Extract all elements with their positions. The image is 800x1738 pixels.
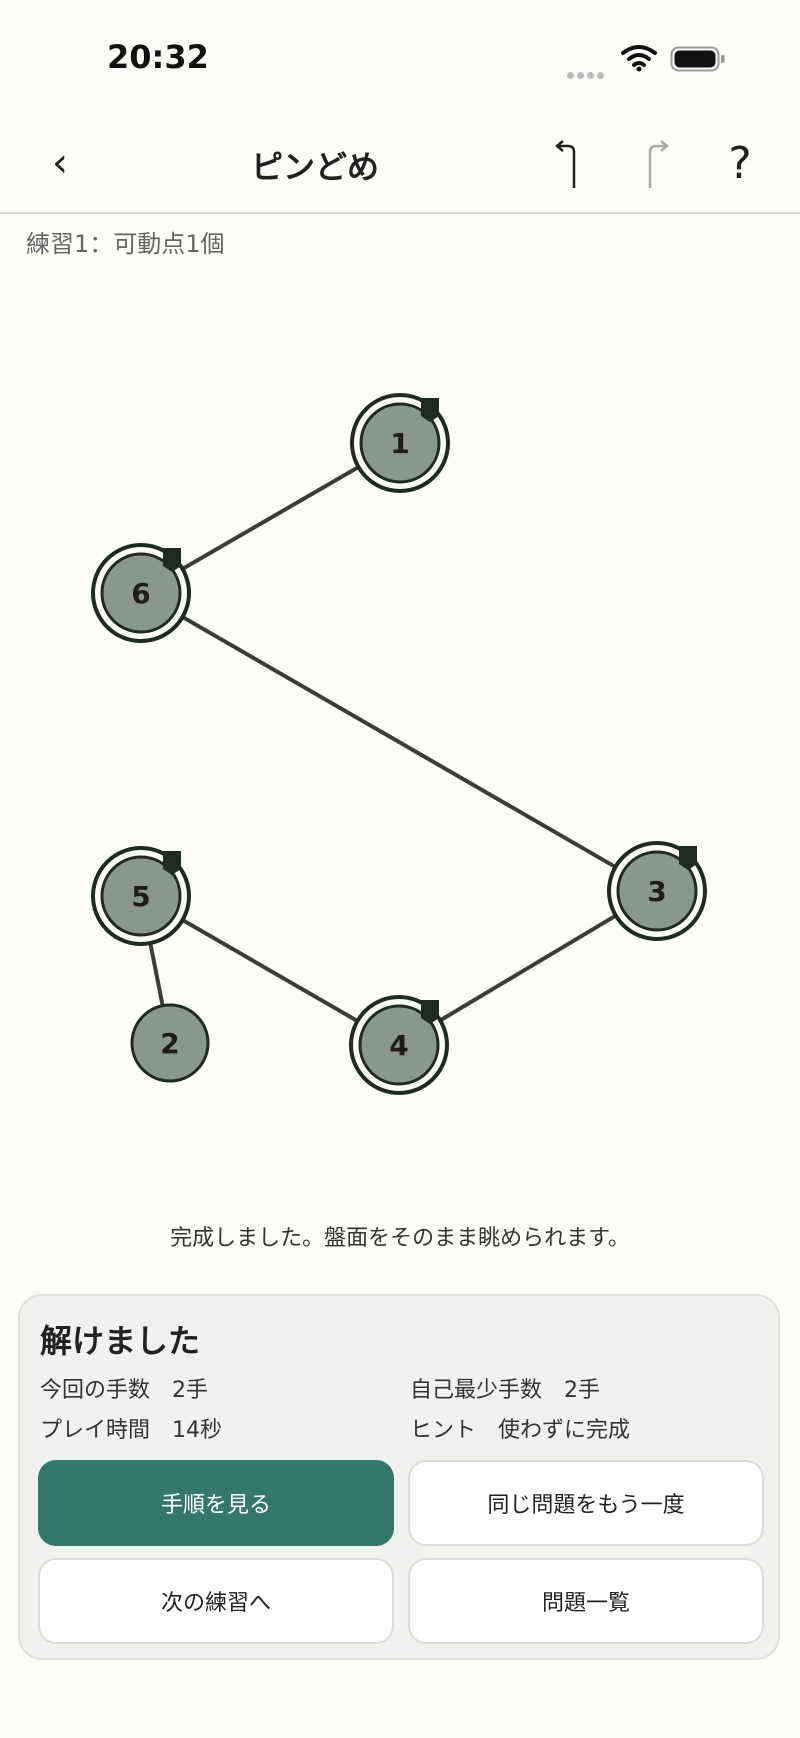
undo-button[interactable] (550, 138, 586, 194)
page-title: ピンどめ (250, 148, 379, 186)
undo-icon (555, 140, 576, 188)
node-3[interactable]: 3 (607, 841, 707, 941)
status-bar: 20:32 (0, 0, 800, 110)
node-2[interactable]: 2 (130, 1003, 210, 1083)
result-card: 解けました 今回の手数 2手 自己最少手数 2手 プレイ時間 14秒 ヒント 使… (18, 1294, 780, 1660)
status-message: 完成しました。盤面をそのまま眺められます。 (170, 1226, 630, 1251)
node-4[interactable]: 4 (349, 995, 449, 1095)
redo-icon (648, 140, 669, 188)
result-title: 解けました (40, 1322, 201, 1360)
play-time-stat: プレイ時間 14秒 (40, 1418, 222, 1443)
help-button[interactable]: ? (720, 136, 760, 192)
problem-list-button[interactable]: 問題一覧 (408, 1558, 764, 1644)
node-label: 3 (647, 875, 666, 908)
node-label: 1 (390, 427, 409, 460)
puzzle-board[interactable]: 1 6 5 3 2 4 (0, 250, 800, 1200)
signal-icon (567, 64, 607, 83)
node-6[interactable]: 6 (91, 543, 191, 643)
node-label: 6 (131, 577, 150, 610)
node-label: 5 (131, 880, 150, 913)
back-button[interactable]: ‹ (40, 138, 80, 188)
hint-stat: ヒント 使わずに完成 (410, 1418, 631, 1443)
moves-stat: 今回の手数 2手 (40, 1378, 208, 1403)
show-steps-button[interactable]: 手順を見る (38, 1460, 394, 1546)
wifi-icon (621, 45, 657, 72)
edge-6-3 (139, 591, 659, 893)
redo-button[interactable] (640, 138, 676, 194)
edges (139, 441, 659, 1047)
status-time: 20:32 (107, 38, 209, 76)
node-5[interactable]: 5 (91, 846, 191, 946)
node-label: 2 (160, 1027, 179, 1060)
nav-bar: ‹ ピンどめ ? (0, 120, 800, 214)
retry-button[interactable]: 同じ問題をもう一度 (408, 1460, 764, 1546)
node-label: 4 (389, 1029, 408, 1062)
battery-icon (670, 46, 725, 72)
best-moves-stat: 自己最少手数 2手 (410, 1378, 600, 1403)
next-practice-button[interactable]: 次の練習へ (38, 1558, 394, 1644)
node-1[interactable]: 1 (350, 393, 450, 493)
